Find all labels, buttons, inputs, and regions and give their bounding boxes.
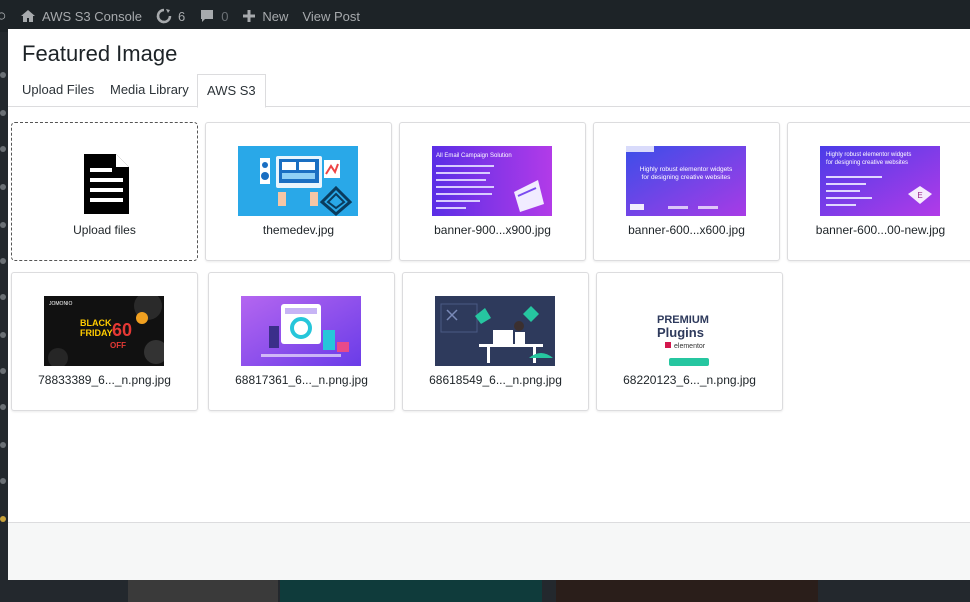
- admin-bar: AWS S3 Console 6 0 New View Post: [0, 0, 970, 32]
- thumb-text: Highly robust elementor widgets: [826, 152, 911, 158]
- thumb-text: JOMONIO: [49, 301, 72, 307]
- attachment-card[interactable]: All Email Campaign Solution banner-900..…: [399, 122, 586, 261]
- home-icon: [21, 10, 35, 22]
- attachment-thumbnail: [238, 146, 358, 216]
- updates-count: 6: [177, 8, 186, 24]
- attachment-filename: themedev.jpg: [262, 223, 335, 237]
- site-name-label: AWS S3 Console: [42, 8, 142, 24]
- thumb-text: 60: [112, 320, 132, 340]
- attachment-card[interactable]: 68817361_6..._n.png.jpg: [208, 272, 395, 411]
- new-label: New: [262, 8, 289, 24]
- attachment-card[interactable]: themedev.jpg: [205, 122, 392, 261]
- view-post-link[interactable]: View Post: [295, 0, 367, 32]
- thumb-text: OFF: [110, 341, 126, 350]
- updates-link[interactable]: 6: [149, 0, 192, 32]
- attachment-filename: 78833389_6..._n.png.jpg: [38, 373, 171, 387]
- thumb-text: All Email Campaign Solution: [436, 153, 512, 159]
- media-router-tabs: Upload Files Media Library AWS S3: [8, 73, 970, 108]
- admin-sidebar: [0, 32, 8, 602]
- thumb-text: elementor: [674, 343, 706, 350]
- attachment-thumbnail: PREMIUM Plugins elementor: [629, 296, 749, 366]
- attachment-filename: 68220123_6..._n.png.jpg: [623, 373, 756, 387]
- attachment-thumbnail: Highly robust elementor widgets for desi…: [626, 146, 746, 216]
- new-content-link[interactable]: New: [235, 0, 295, 32]
- comments-count: 0: [221, 8, 229, 24]
- tab-media-library[interactable]: Media Library: [101, 74, 198, 108]
- attachment-filename: 68618549_6..._n.png.jpg: [429, 373, 562, 387]
- media-modal: Featured Image Upload Files Media Librar…: [8, 29, 970, 580]
- upload-files-label: Upload files: [73, 223, 136, 237]
- view-post-label: View Post: [302, 8, 361, 24]
- thumb-text: for designing creative websites: [826, 160, 908, 166]
- tab-aws-s3[interactable]: AWS S3: [197, 74, 266, 108]
- comments-link[interactable]: 0: [192, 0, 235, 32]
- attachment-card[interactable]: Highly robust elementor widgets for desi…: [593, 122, 780, 261]
- attachment-thumbnail: [435, 296, 555, 366]
- attachment-filename: banner-600...00-new.jpg: [815, 223, 946, 237]
- attachment-thumbnail: Highly robust elementor widgets for desi…: [820, 146, 940, 216]
- thumb-text: for designing creative websites: [642, 174, 732, 181]
- wordpress-logo-icon[interactable]: [0, 0, 14, 32]
- attachment-thumbnail: [241, 296, 361, 366]
- plus-icon: [243, 10, 256, 22]
- background-image: [556, 580, 818, 602]
- attachment-filename: banner-900...x900.jpg: [434, 223, 551, 237]
- attachment-thumbnail: All Email Campaign Solution: [432, 146, 552, 216]
- attachment-filename: 68817361_6..._n.png.jpg: [235, 373, 368, 387]
- attachment-card[interactable]: JOMONIO BLACK FRIDAY 60 OFF 78833389_6..…: [11, 272, 198, 411]
- updates-icon: [156, 8, 172, 24]
- thumb-text: FRIDAY: [80, 328, 113, 338]
- attachment-card[interactable]: PREMIUM Plugins elementor 68220123_6..._…: [596, 272, 783, 411]
- background-image: [280, 580, 542, 602]
- upload-files-card[interactable]: Upload files: [11, 122, 198, 261]
- modal-title: Featured Image: [22, 41, 178, 66]
- attachment-card[interactable]: 68618549_6..._n.png.jpg: [402, 272, 589, 411]
- attachment-thumbnail: JOMONIO BLACK FRIDAY 60 OFF: [44, 296, 164, 366]
- thumb-text: Plugins: [657, 325, 704, 340]
- tab-upload-files[interactable]: Upload Files: [13, 74, 103, 108]
- attachment-card[interactable]: Highly robust elementor widgets for desi…: [787, 122, 970, 261]
- media-toolbar: [8, 523, 970, 580]
- comment-icon: [201, 10, 214, 22]
- thumb-text: Highly robust elementor widgets: [640, 166, 733, 173]
- thumb-text: BLACK: [80, 318, 112, 328]
- background-image: [128, 580, 278, 602]
- site-name-link[interactable]: AWS S3 Console: [14, 0, 149, 32]
- svg-text:E: E: [917, 191, 922, 200]
- document-icon: [84, 154, 129, 214]
- attachment-filename: banner-600...x600.jpg: [628, 223, 745, 237]
